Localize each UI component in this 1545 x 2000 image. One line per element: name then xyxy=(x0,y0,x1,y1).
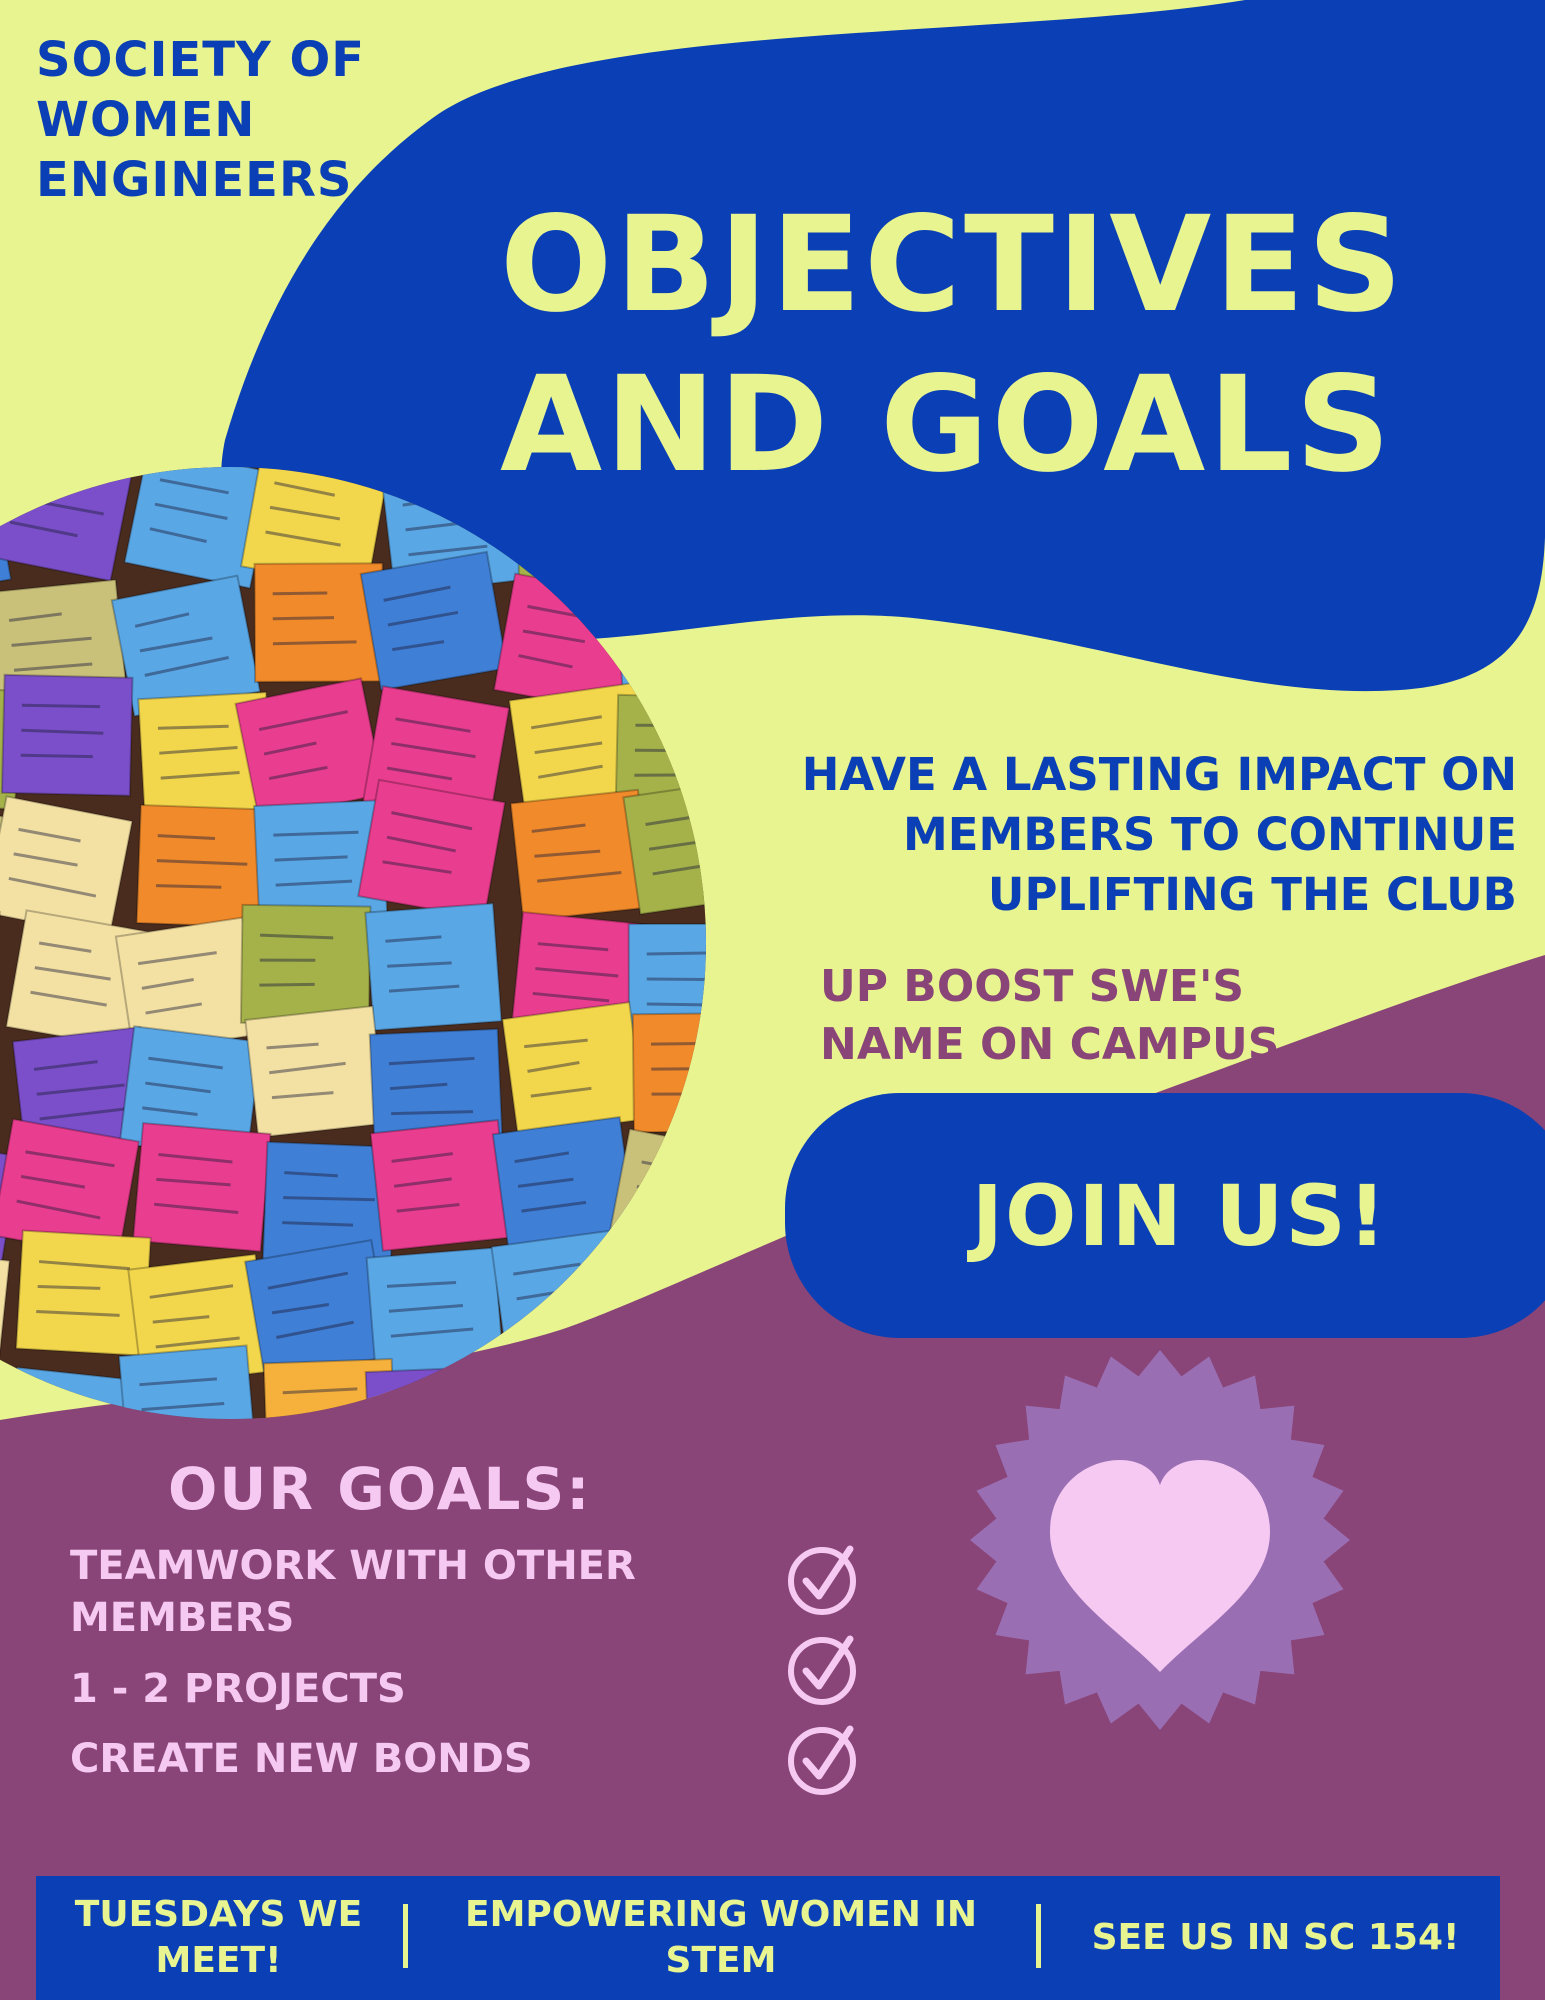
org-line: ENGINEERS xyxy=(36,152,353,208)
checkmark-circle-icon xyxy=(788,1545,856,1615)
checkmark-circle-icon xyxy=(788,1725,856,1795)
sticky-note xyxy=(244,1004,387,1139)
footer-location: SEE US IN SC 154! xyxy=(1091,1917,1460,1958)
sticky-note xyxy=(631,1011,706,1134)
sticky-note xyxy=(131,1121,272,1253)
footer-divider xyxy=(1036,1904,1041,1968)
sticky-note xyxy=(364,902,503,1032)
handwriting-stroke xyxy=(646,1002,706,1007)
sticky-note xyxy=(606,1127,706,1271)
sticky-note xyxy=(0,673,134,797)
handwriting-stroke xyxy=(519,1315,581,1326)
sticky-note xyxy=(369,1119,512,1252)
handwriting-stroke xyxy=(272,640,357,646)
handwriting-stroke xyxy=(646,977,706,982)
footer-tagline: EMPOWERING WOMEN IN STEM xyxy=(465,1894,977,1981)
organization-name: SOCIETY OF WOMEN ENGINEERS xyxy=(36,30,416,210)
footer-meeting-day: TUESDAYS WE MEET! xyxy=(74,1894,363,1981)
handwriting-stroke xyxy=(651,1092,706,1096)
sticky-note xyxy=(491,1115,637,1253)
goals-heading: OUR GOALS: xyxy=(168,1455,592,1523)
title-line: OBJECTIVES xyxy=(500,188,1406,342)
sticky-note xyxy=(0,795,134,939)
handwriting-stroke xyxy=(20,753,93,759)
footer-bar: TUESDAYS WE MEET! EMPOWERING WOMEN IN ST… xyxy=(36,1876,1500,2000)
sticky-note xyxy=(234,677,386,821)
org-line: WOMEN xyxy=(36,92,256,148)
handwriting-stroke xyxy=(259,958,316,962)
org-line: SOCIETY OF xyxy=(36,32,366,88)
handwriting-stroke xyxy=(631,1209,706,1230)
handwriting-stroke xyxy=(272,591,328,596)
handwriting-stroke xyxy=(272,616,335,621)
checkmark-circle-icon xyxy=(788,1635,856,1705)
handwriting-stroke xyxy=(651,1067,705,1071)
impact-line: UPLIFTING THE CLUB xyxy=(987,868,1517,921)
join-us-label: JOIN US! xyxy=(971,1166,1389,1265)
title-line: AND GOALS xyxy=(500,348,1394,502)
goal-item: 1 - 2 PROJECTS xyxy=(70,1666,406,1712)
footer-divider xyxy=(403,1904,408,1968)
page-title: OBJECTIVES AND GOALS xyxy=(500,185,1500,505)
goal-item: CREATE NEW BONDS xyxy=(70,1736,533,1782)
impact-line: MEMBERS TO CONTINUE xyxy=(902,808,1517,861)
handwriting-stroke xyxy=(641,1160,706,1177)
sticky-note xyxy=(0,467,135,583)
objective-boost: UP BOOST SWE'S NAME ON CAMPUS xyxy=(820,958,1340,1074)
handwriting-stroke xyxy=(651,1041,706,1046)
boost-line: UP BOOST SWE'S xyxy=(820,961,1245,1012)
handwriting-stroke xyxy=(19,471,76,486)
goal-item: TEAMWORK WITH OTHER MEMBERS xyxy=(70,1543,636,1641)
boost-line: NAME ON CAMPUS xyxy=(820,1019,1280,1070)
impact-line: HAVE A LASTING IMPACT ON xyxy=(801,748,1517,801)
handwriting-stroke xyxy=(637,641,706,650)
handwriting-stroke xyxy=(635,723,706,728)
handwriting-stroke xyxy=(646,951,706,956)
handwriting-stroke xyxy=(636,1184,706,1202)
sticky-note xyxy=(501,1001,647,1138)
sticky-note xyxy=(359,550,509,692)
sticky-note xyxy=(239,903,372,1026)
join-us-button[interactable]: JOIN US! xyxy=(785,1093,1545,1338)
sticky-note xyxy=(357,778,507,920)
handwriting-stroke xyxy=(259,982,315,987)
handwriting-stroke xyxy=(21,703,100,709)
objective-impact: HAVE A LASTING IMPACT ON MEMBERS TO CONT… xyxy=(617,745,1517,925)
handwriting-stroke xyxy=(31,1397,85,1406)
